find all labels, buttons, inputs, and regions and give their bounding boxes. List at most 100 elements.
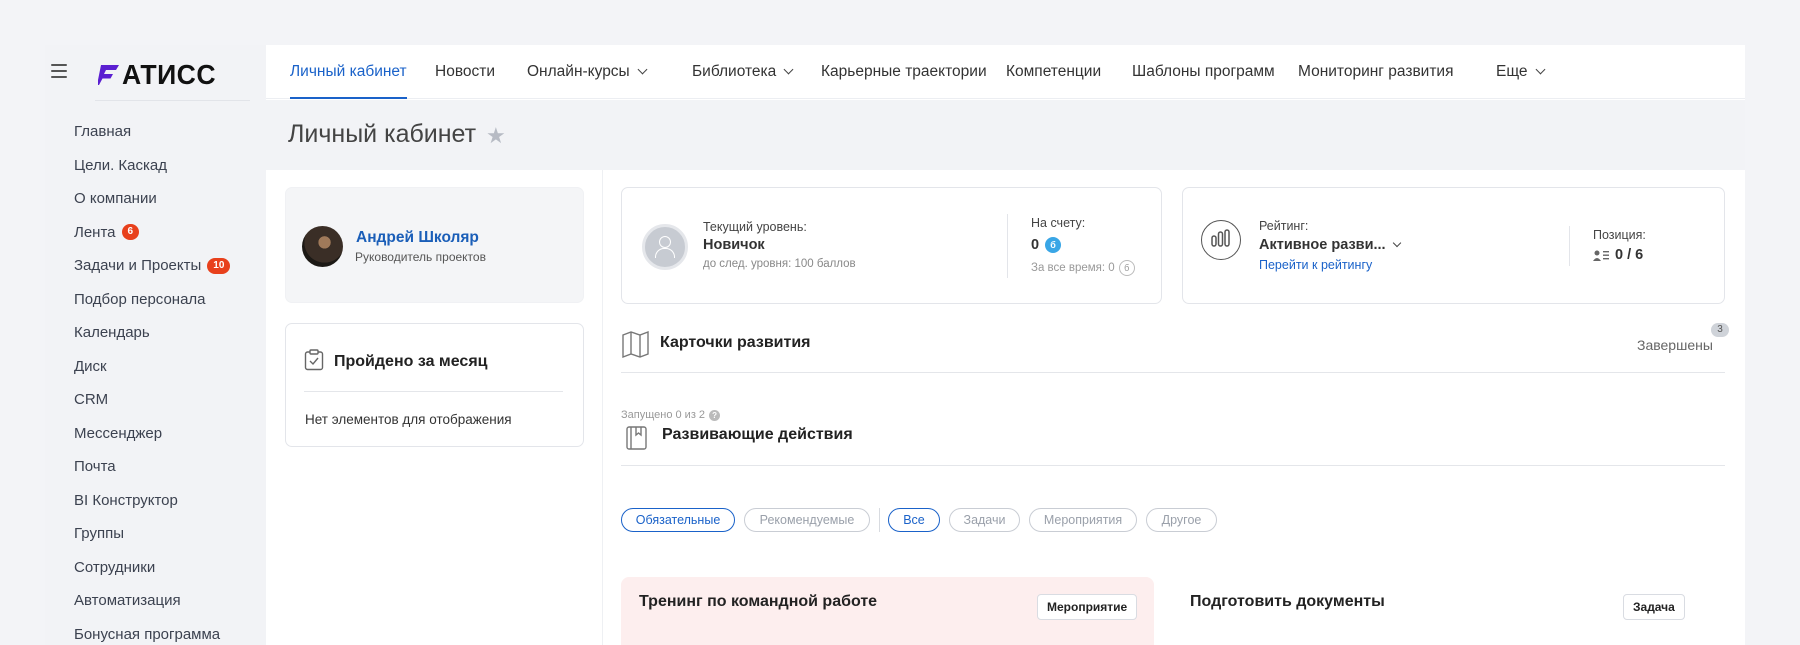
- position-value: 0 / 6: [1615, 247, 1644, 263]
- menu-icon[interactable]: [51, 64, 67, 78]
- app-window: АТИСС Главная Цели. Каскад О компании Ле…: [45, 45, 1745, 645]
- bookmark-book-icon: [626, 426, 647, 450]
- divider: [879, 508, 880, 532]
- task-title: Тренинг по командной работе: [639, 593, 878, 610]
- tab-more[interactable]: Еще: [1496, 45, 1545, 99]
- account-value-row: 0б: [1031, 236, 1062, 254]
- divider: [621, 372, 1725, 373]
- tab-label: Карьерные траектории: [821, 63, 987, 80]
- filter-events[interactable]: Мероприятия: [1029, 508, 1137, 532]
- cards-title: Карточки развития: [660, 334, 811, 351]
- sidebar-item-employees[interactable]: Сотрудники: [74, 551, 230, 585]
- user-name-link[interactable]: Андрей Школяр: [356, 229, 479, 247]
- sidebar-item-label: Группы: [74, 525, 124, 543]
- rating-chart-icon: [1201, 220, 1241, 260]
- sidebar-item-calendar[interactable]: Календарь: [74, 316, 230, 350]
- sidebar-item-label: CRM: [74, 391, 109, 409]
- tab-label: Библиотека: [692, 63, 777, 80]
- filter-all[interactable]: Все: [888, 508, 940, 532]
- completed-count-badge: 3: [1711, 323, 1729, 337]
- sidebar-item-automation[interactable]: Автоматизация: [74, 584, 230, 618]
- users-list-icon: [1593, 250, 1609, 261]
- sidebar-item-label: О компании: [74, 190, 157, 208]
- divider: [1569, 226, 1570, 266]
- avatar[interactable]: [302, 226, 343, 267]
- logo[interactable]: АТИСС: [98, 59, 221, 91]
- rating-label: Рейтинг:: [1259, 219, 1309, 233]
- sidebar-item-goals[interactable]: Цели. Каскад: [74, 149, 230, 183]
- tab-news[interactable]: Новости: [435, 45, 495, 99]
- sidebar-item-label: Диск: [74, 357, 107, 375]
- sidebar-item-label: Сотрудники: [74, 558, 156, 576]
- star-icon[interactable]: ★: [486, 125, 506, 147]
- sidebar-item-recruiting[interactable]: Подбор персонала: [74, 283, 230, 317]
- sidebar-item-tasks[interactable]: Задачи и Проекты 10: [74, 249, 231, 283]
- tab-label: Онлайн-курсы: [527, 63, 630, 80]
- sidebar-item-label: Подбор персонала: [74, 290, 206, 308]
- column-divider: [602, 170, 603, 645]
- tab-courses[interactable]: Онлайн-курсы: [527, 45, 648, 99]
- rating-dropdown[interactable]: Активное разви...: [1259, 237, 1401, 253]
- coin-icon: б: [1045, 236, 1062, 253]
- coin-outline-icon: б: [1118, 260, 1135, 276]
- task-card[interactable]: Подготовить документы Задача: [1172, 577, 1725, 645]
- sidebar-item-feed[interactable]: Лента 6: [74, 216, 230, 250]
- filter-recommended[interactable]: Рекомендуемые: [744, 508, 870, 532]
- tab-monitoring[interactable]: Мониторинг развития: [1298, 45, 1453, 99]
- rating-link[interactable]: Перейти к рейтингу: [1259, 258, 1372, 272]
- tab-label: Новости: [435, 63, 496, 80]
- sidebar-item-bi[interactable]: BI Конструктор: [74, 484, 230, 518]
- tab-career[interactable]: Карьерные траектории: [821, 45, 987, 99]
- tab-competencies[interactable]: Компетенции: [1006, 45, 1101, 99]
- alltime-text: За все время: 0: [1031, 262, 1115, 275]
- sidebar-item-label: Автоматизация: [74, 592, 181, 610]
- filter-other[interactable]: Другое: [1146, 508, 1217, 532]
- tab-label: Личный кабинет: [290, 63, 407, 80]
- tab-templates[interactable]: Шаблоны программ: [1132, 45, 1275, 99]
- empty-state-text: Нет элементов для отображения: [305, 412, 512, 427]
- chevron-down-icon: [783, 64, 794, 75]
- sidebar-item-home[interactable]: Главная: [74, 115, 230, 149]
- filter-tasks[interactable]: Задачи: [949, 508, 1020, 532]
- divider: [304, 391, 563, 392]
- filter-mandatory[interactable]: Обязательные: [621, 508, 735, 532]
- tasks-count-badge: 10: [207, 257, 231, 274]
- sidebar-item-mail[interactable]: Почта: [74, 450, 230, 484]
- logo-text: АТИСС: [122, 59, 217, 90]
- sidebar-item-label: Почта: [74, 458, 116, 476]
- user-role: Руководитель проектов: [355, 250, 486, 264]
- map-book-icon: [622, 331, 649, 359]
- month-card: Пройдено за месяц Нет элементов для отоб…: [285, 323, 584, 447]
- divider: [1007, 214, 1008, 278]
- tab-cabinet[interactable]: Личный кабинет: [290, 45, 407, 99]
- level-value: Новичок: [703, 237, 765, 253]
- sidebar-nav: Главная Цели. Каскад О компании Лента 6 З…: [74, 115, 231, 645]
- completed-link[interactable]: Завершены: [1637, 337, 1713, 353]
- sidebar-item-label: Цели. Каскад: [74, 156, 167, 174]
- top-nav: Личный кабинет Новости Онлайн-курсы Библ…: [266, 45, 1745, 99]
- chevron-down-icon: [1535, 64, 1545, 75]
- task-card[interactable]: Тренинг по командной работе Мероприятие: [621, 577, 1154, 645]
- task-title: Подготовить документы: [1190, 593, 1385, 610]
- tab-label: Шаблоны программ: [1132, 63, 1275, 80]
- account-value: 0: [1031, 237, 1040, 253]
- sidebar-item-groups[interactable]: Группы: [74, 517, 230, 551]
- chevron-down-icon: [637, 64, 648, 75]
- tab-label: Мониторинг развития: [1298, 63, 1454, 80]
- tab-library[interactable]: Библиотека: [692, 45, 794, 99]
- sidebar: АТИСС Главная Цели. Каскад О компании Ле…: [45, 45, 266, 645]
- level-avatar-icon: [642, 224, 688, 270]
- sidebar-item-company[interactable]: О компании: [74, 182, 230, 216]
- sidebar-item-crm[interactable]: CRM: [74, 383, 230, 417]
- account-label: На счету:: [1031, 216, 1086, 230]
- help-icon[interactable]: ?: [709, 409, 721, 421]
- sidebar-item-label: Главная: [74, 123, 132, 141]
- sidebar-item-bonus[interactable]: Бонусная программа: [74, 618, 230, 645]
- task-type-tag: Задача: [1623, 594, 1685, 620]
- month-title: Пройдено за месяц: [334, 353, 488, 370]
- page-title: Личный кабинет: [288, 120, 477, 148]
- sidebar-item-disk[interactable]: Диск: [74, 350, 230, 384]
- position-row: 0 / 6: [1593, 247, 1643, 263]
- level-card: Текущий уровень: Новичок до след. уровня…: [621, 187, 1162, 304]
- sidebar-item-messenger[interactable]: Мессенджер: [74, 417, 230, 451]
